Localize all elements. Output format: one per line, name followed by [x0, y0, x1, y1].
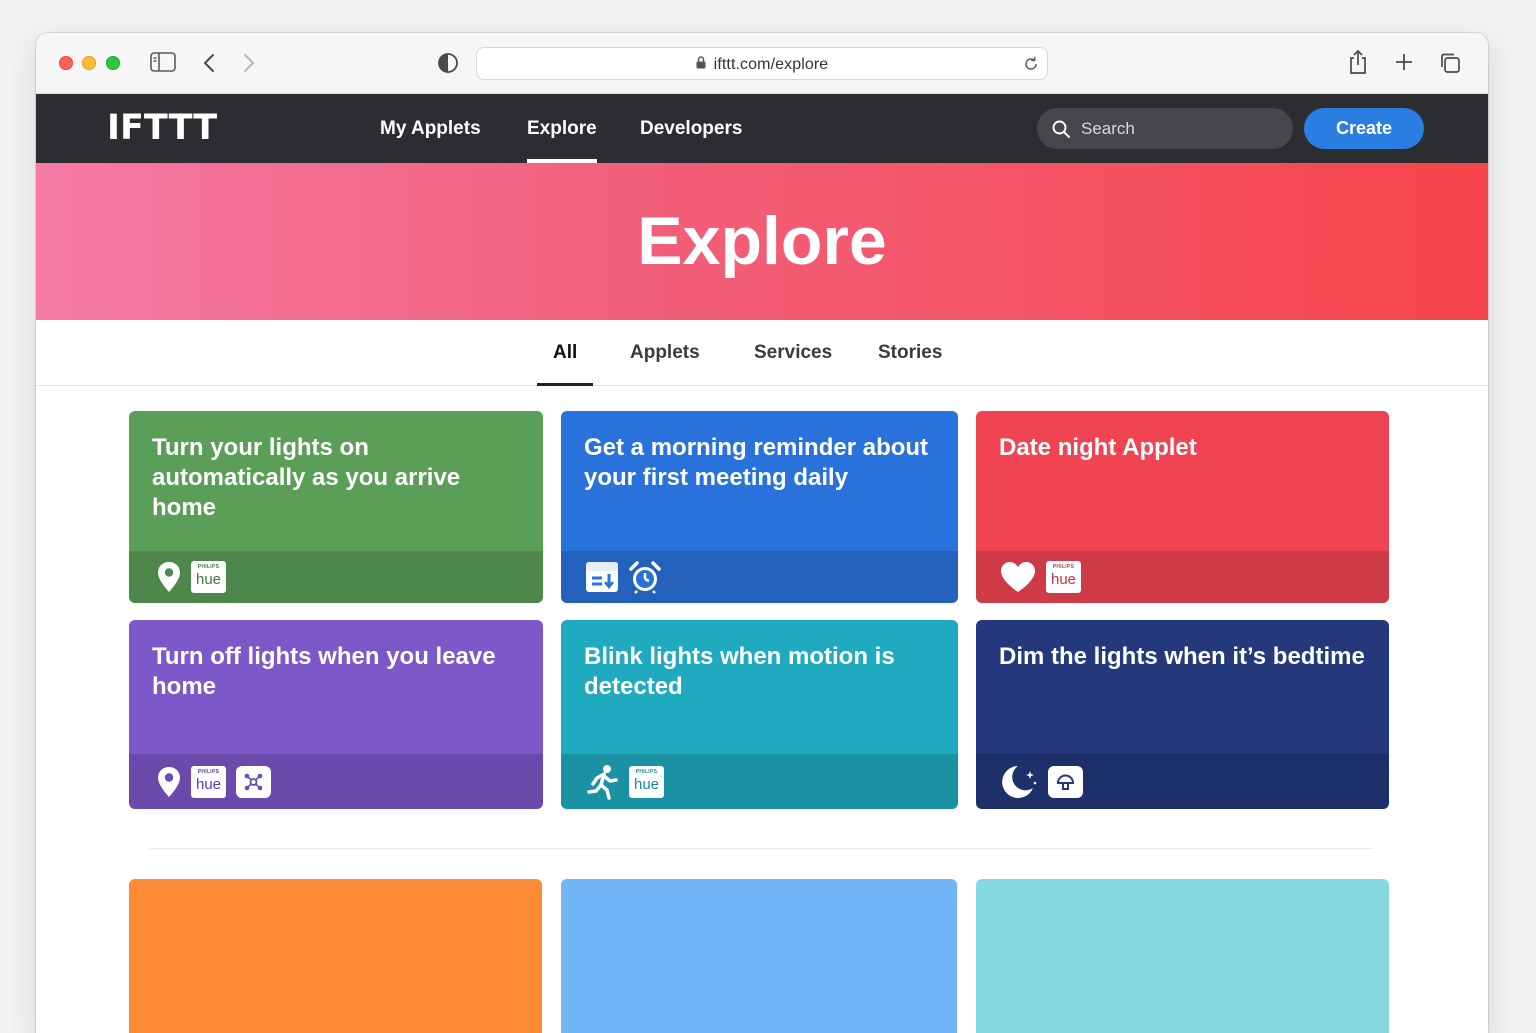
philips-hue-icon: PHILIPS hue [629, 766, 664, 798]
reload-icon[interactable] [1023, 56, 1039, 77]
philips-hue-icon: PHILIPS hue [191, 561, 226, 593]
applet-card[interactable]: Turn your lights on automatically as you… [129, 411, 543, 603]
tab-all[interactable]: All [536, 320, 594, 386]
applet-services: PHILIPS hue [129, 754, 543, 809]
moon-icon [1000, 764, 1038, 800]
browser-window: ifttt.com/explore IFTTT My Applets Explo… [36, 33, 1488, 1033]
search-icon [1051, 119, 1071, 144]
motion-icon [585, 764, 619, 800]
forward-icon[interactable] [242, 53, 256, 73]
minimize-window-button[interactable] [82, 56, 96, 70]
applet-title: Dim the lights when it’s bedtime [999, 643, 1365, 670]
calendar-icon [585, 560, 619, 594]
collection-card[interactable] [129, 879, 542, 1033]
share-icon[interactable] [1347, 49, 1369, 75]
zoom-window-button[interactable] [106, 56, 120, 70]
search-input[interactable]: Search [1037, 108, 1293, 149]
applet-services: PHILIPS hue [129, 551, 543, 603]
applet-card[interactable]: Turn off lights when you leave home PHIL… [129, 620, 543, 809]
applet-services [561, 551, 958, 603]
page-title: Explore [637, 203, 887, 279]
applet-card[interactable]: Blink lights when motion is detected PHI… [561, 620, 958, 809]
back-icon[interactable] [202, 53, 216, 73]
applet-title: Turn your lights on automatically as you… [152, 434, 461, 521]
tab-applets[interactable]: Applets [630, 320, 700, 386]
collection-card[interactable] [976, 879, 1389, 1033]
smart-bulb-icon [1048, 766, 1083, 798]
privacy-shield-icon[interactable] [437, 52, 459, 74]
applet-title: Get a morning reminder about your first … [584, 434, 929, 491]
explore-tabs: All Applets Services Stories [36, 320, 1488, 386]
sidebar-toggle-icon[interactable] [150, 52, 176, 72]
address-bar[interactable]: ifttt.com/explore [476, 47, 1048, 80]
lock-icon [696, 48, 706, 81]
create-button[interactable]: Create [1304, 108, 1424, 149]
ifttt-logo[interactable]: IFTTT [107, 108, 217, 148]
applet-title: Blink lights when motion is detected [584, 643, 895, 700]
browser-toolbar: ifttt.com/explore [36, 33, 1488, 94]
site-header: IFTTT My Applets Explore Developers Sear… [36, 94, 1488, 163]
hero-banner: Explore [36, 163, 1488, 320]
url-text: ifttt.com/explore [713, 56, 829, 73]
nav-link-explore[interactable]: Explore [527, 94, 597, 163]
applet-title: Date night Applet [999, 434, 1197, 461]
new-tab-icon[interactable] [1394, 52, 1414, 72]
applet-card[interactable]: Dim the lights when it’s bedtime [976, 620, 1389, 809]
applet-services: PHILIPS hue [561, 754, 958, 809]
applet-services: PHILIPS hue [976, 551, 1389, 603]
applet-card[interactable]: Date night Applet PHILIPS hue [976, 411, 1389, 603]
section-divider [149, 848, 1373, 849]
collection-card[interactable] [561, 879, 957, 1033]
philips-hue-icon: PHILIPS hue [191, 766, 226, 798]
heart-icon [1000, 561, 1036, 593]
nav-link-my-applets[interactable]: My Applets [380, 94, 481, 163]
close-window-button[interactable] [59, 56, 73, 70]
applet-services [976, 754, 1389, 809]
location-icon [157, 766, 181, 798]
applet-card[interactable]: Get a morning reminder about your first … [561, 411, 958, 603]
tab-overview-icon[interactable] [1439, 52, 1461, 74]
tab-services[interactable]: Services [754, 320, 832, 386]
location-icon [157, 561, 181, 593]
tab-stories[interactable]: Stories [878, 320, 942, 386]
applet-title: Turn off lights when you leave home [152, 643, 496, 700]
smart-home-icon [236, 766, 271, 798]
search-placeholder: Search [1081, 119, 1135, 138]
alarm-clock-icon [629, 560, 661, 594]
philips-hue-icon: PHILIPS hue [1046, 561, 1081, 593]
nav-link-developers[interactable]: Developers [640, 94, 742, 163]
